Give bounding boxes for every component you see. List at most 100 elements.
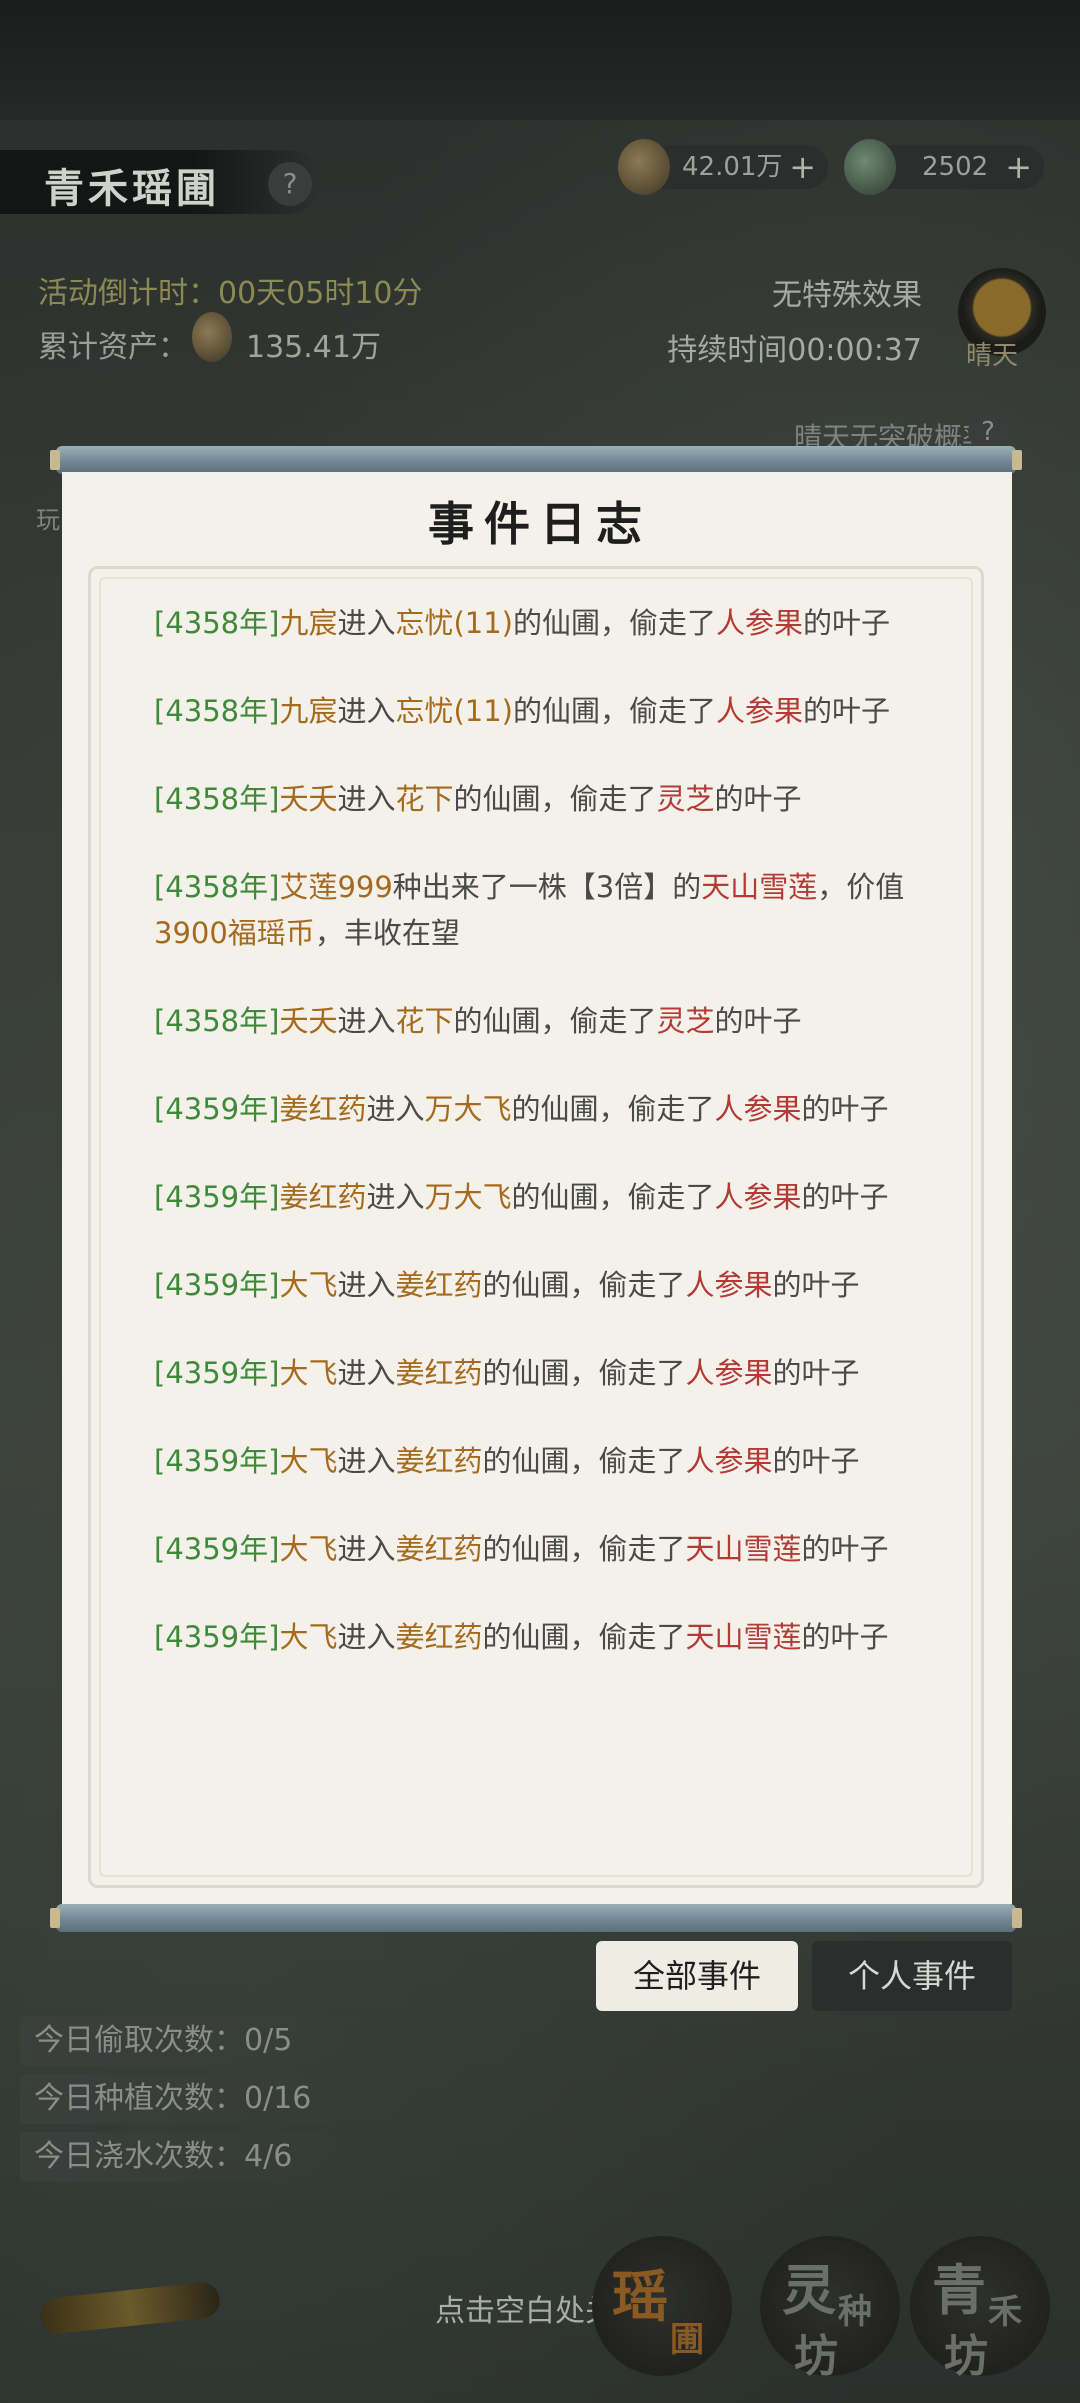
log-entry-plant: 人参果 xyxy=(714,1180,802,1214)
nav-qinghefang[interactable]: 青 禾 坊 xyxy=(910,2236,1050,2382)
log-entry-plant: 天山雪莲 xyxy=(685,1620,802,1654)
log-entry: [4358年]九宸进入忘忧(11)的仙圃，偷走了人参果的叶子 xyxy=(154,600,944,646)
log-entry-text: 的叶子 xyxy=(714,782,802,816)
log-entry-text: 的仙圃，偷走了 xyxy=(511,1180,715,1214)
log-entry-text: 进入 xyxy=(337,1620,396,1654)
log-entry: [4359年]大飞进入姜红药的仙圃，偷走了天山雪莲的叶子 xyxy=(154,1614,944,1660)
log-entry-actor: 万大飞 xyxy=(424,1092,512,1126)
log-entry-text: 的叶子 xyxy=(801,1092,889,1126)
log-entry-actor: 姜红药 xyxy=(395,1532,483,1566)
log-entry-text: 种出来了一株【3倍】的 xyxy=(392,870,702,904)
log-entry-text: 的叶子 xyxy=(772,1268,860,1302)
log-entry-year: [4358年] xyxy=(154,1004,280,1038)
daily-plant-count: 今日种植次数：0/16 xyxy=(20,2074,364,2124)
log-entry-text: 的叶子 xyxy=(714,1004,802,1038)
log-entry-year: [4359年] xyxy=(154,1620,280,1654)
log-entry-actor: 姜红药 xyxy=(279,1180,367,1214)
log-entry: [4358年]夭夭进入花下的仙圃，偷走了灵芝的叶子 xyxy=(154,776,944,822)
log-entry-text: 的仙圃，偷走了 xyxy=(482,1444,686,1478)
add-jade-button[interactable]: + xyxy=(1005,145,1032,189)
gourd-coin-icon xyxy=(618,139,670,195)
log-entry-plant: 人参果 xyxy=(685,1444,773,1478)
log-entry-year: [4358年] xyxy=(154,606,280,640)
log-entry-actor: 姜红药 xyxy=(395,1444,483,1478)
log-entry-text: 进入 xyxy=(337,1532,396,1566)
log-entry-text: 进入 xyxy=(337,1356,396,1390)
log-entry-text: 进入 xyxy=(337,1444,396,1478)
log-entry-plant: 天山雪莲 xyxy=(685,1532,802,1566)
tab-personal-events[interactable]: 个人事件 xyxy=(812,1941,1012,2011)
jade-currency-value: 2502 xyxy=(922,152,989,182)
event-log-list[interactable]: [4358年]九宸进入忘忧(11)的仙圃，偷走了人参果的叶子 [4358年]九宸进… xyxy=(154,600,944,1702)
log-entry-actor: 姜红药 xyxy=(395,1620,483,1654)
nav-qinghefang-char-3: 坊 xyxy=(944,2331,988,2382)
add-gourd-button[interactable]: + xyxy=(789,145,816,189)
log-entry-year: [4359年] xyxy=(154,1532,280,1566)
log-entry: [4359年]大飞进入姜红药的仙圃，偷走了人参果的叶子 xyxy=(154,1438,944,1484)
log-entry-text: 的仙圃，偷走了 xyxy=(482,1356,686,1390)
log-entry-num: 3900福瑶币 xyxy=(154,916,315,950)
log-entry-year: [4358年] xyxy=(154,694,280,728)
log-entry-text: 的仙圃，偷走了 xyxy=(513,606,717,640)
assets-value: 135.41万 xyxy=(246,330,381,365)
log-entry-text: 的仙圃，偷走了 xyxy=(511,1092,715,1126)
log-entry-text: 进入 xyxy=(366,1180,425,1214)
gourd-coin-icon xyxy=(192,312,232,362)
log-entry-text: 进入 xyxy=(337,1268,396,1302)
log-entry-actor: 姜红药 xyxy=(395,1268,483,1302)
help-button[interactable]: ? xyxy=(268,162,312,206)
log-entry-plant: 人参果 xyxy=(685,1268,773,1302)
log-entry: [4358年]夭夭进入花下的仙圃，偷走了灵芝的叶子 xyxy=(154,998,944,1044)
nav-yaopu-char-2: 圃 xyxy=(670,2320,704,2360)
nav-lingzhongfang[interactable]: 灵 种 坊 xyxy=(760,2236,900,2382)
log-entry-text: 的仙圃，偷走了 xyxy=(453,1004,657,1038)
log-entry-text: 的叶子 xyxy=(801,1180,889,1214)
log-entry: [4358年]艾莲999种出来了一株【3倍】的天山雪莲，价值 3900福瑶币，丰收… xyxy=(154,864,944,956)
log-entry: [4359年]大飞进入姜红药的仙圃，偷走了人参果的叶子 xyxy=(154,1262,944,1308)
log-entry-year: [4359年] xyxy=(154,1180,280,1214)
log-entry-year: [4359年] xyxy=(154,1092,280,1126)
event-countdown: 活动倒计时：00天05时10分 xyxy=(38,276,423,311)
log-entry-actor: 大飞 xyxy=(279,1356,338,1390)
log-entry-plant: 人参果 xyxy=(685,1356,773,1390)
log-entry-text: 进入 xyxy=(337,694,396,728)
nav-yaopu-char-1: 瑶 xyxy=(612,2264,668,2330)
log-entry: [4359年]姜红药进入万大飞的仙圃，偷走了人参果的叶子 xyxy=(154,1086,944,1132)
log-entry-actor: 艾莲999 xyxy=(279,870,393,904)
jade-coin-icon xyxy=(844,139,896,195)
log-entry-plant: 人参果 xyxy=(716,694,804,728)
nav-lingzhongfang-char-1: 灵 xyxy=(782,2258,836,2322)
log-entry-year: [4358年] xyxy=(154,782,280,816)
log-entry-actor: 大飞 xyxy=(279,1444,338,1478)
log-entry-actor: 姜红药 xyxy=(395,1356,483,1390)
jade-currency: 2502 + xyxy=(844,139,1044,195)
log-entry-actor: 花下 xyxy=(395,782,454,816)
log-entry-actor: 大飞 xyxy=(279,1532,338,1566)
log-entry-year: [4359年] xyxy=(154,1444,280,1478)
log-entry-plant: 灵芝 xyxy=(656,782,715,816)
log-entry-actor: 忘忧(11) xyxy=(395,606,513,640)
log-entry: [4359年]大飞进入姜红药的仙圃，偷走了天山雪莲的叶子 xyxy=(154,1526,944,1572)
log-entry-year: [4358年] xyxy=(154,870,280,904)
log-entry: [4359年]大飞进入姜红药的仙圃，偷走了人参果的叶子 xyxy=(154,1350,944,1396)
log-entry-text: 的仙圃，偷走了 xyxy=(482,1532,686,1566)
log-entry-text: 进入 xyxy=(337,606,396,640)
weather-label: 晴天 xyxy=(966,341,1019,371)
log-entry-text: 的叶子 xyxy=(803,694,891,728)
page-title: 青禾瑶圃 xyxy=(44,165,220,212)
log-entry-actor: 夭夭 xyxy=(279,782,338,816)
log-entry: [4358年]九宸进入忘忧(11)的仙圃，偷走了人参果的叶子 xyxy=(154,688,944,734)
effect-duration: 持续时间00:00:37 xyxy=(667,333,922,368)
nav-yaopu[interactable]: 瑶 圃 xyxy=(592,2236,732,2376)
log-entry-text: 的叶子 xyxy=(772,1356,860,1390)
gourd-currency-value: 42.01万 xyxy=(682,152,783,182)
log-entry-text: 的仙圃，偷走了 xyxy=(482,1620,686,1654)
modal-title: 事件日志 xyxy=(428,497,652,551)
nav-qinghefang-char-2: 禾 xyxy=(988,2292,1022,2332)
log-entry-text: 进入 xyxy=(337,782,396,816)
daily-steal-count: 今日偷取次数：0/5 xyxy=(20,2016,364,2066)
log-entry-actor: 大飞 xyxy=(279,1268,338,1302)
tab-all-events[interactable]: 全部事件 xyxy=(596,1941,798,2011)
log-entry-plant: 天山雪莲 xyxy=(701,870,818,904)
log-entry-actor: 忘忧(11) xyxy=(395,694,513,728)
